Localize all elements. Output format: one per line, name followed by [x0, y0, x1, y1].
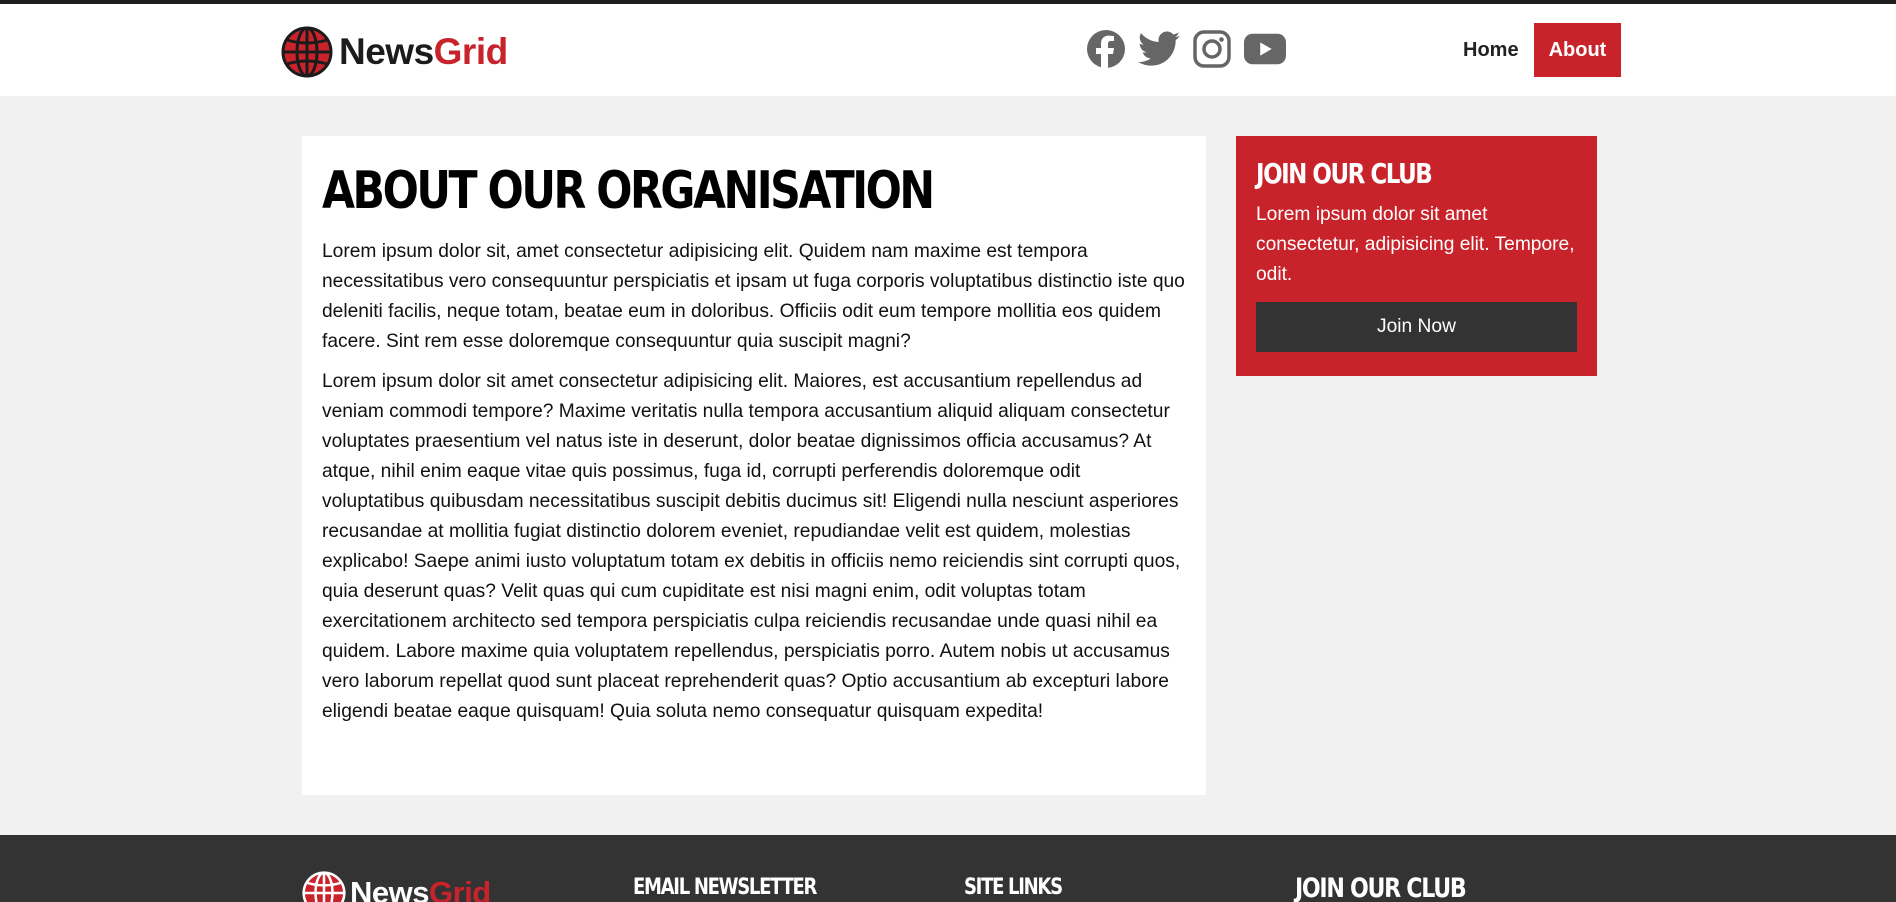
- instagram-icon[interactable]: [1191, 28, 1233, 70]
- join-club-text: Lorem ipsum dolor sit amet consectetur, …: [1256, 204, 1575, 285]
- facebook-icon[interactable]: [1085, 28, 1127, 70]
- twitter-icon[interactable]: [1138, 28, 1180, 70]
- footer-logo-text-news: News: [350, 875, 429, 902]
- footer-club-heading: Join Our Club: [1295, 873, 1467, 902]
- site-footer: NewsGrid Email Newsletter Site Links Joi…: [0, 835, 1896, 902]
- site-header: NewsGrid Home About: [0, 4, 1896, 96]
- social-links: [1085, 28, 1297, 70]
- logo-text-grid: Grid: [433, 31, 509, 72]
- about-paragraph-1: Lorem ipsum dolor sit, amet consectetur …: [322, 241, 1185, 352]
- logo-text-news: News: [339, 31, 434, 72]
- page-title: About Our Organisation: [322, 161, 935, 221]
- footer-newsletter-heading: Email Newsletter: [633, 875, 817, 900]
- logo-text: NewsGrid: [339, 31, 508, 73]
- nav-about-link[interactable]: About: [1533, 23, 1622, 77]
- logo[interactable]: NewsGrid: [281, 24, 508, 80]
- footer-logo-text: NewsGrid: [350, 875, 491, 902]
- join-now-button[interactable]: Join Now: [1256, 302, 1577, 352]
- youtube-icon[interactable]: [1244, 28, 1286, 70]
- join-club-title: Join Our Club: [1256, 157, 1433, 190]
- footer-logo-text-grid: Grid: [428, 875, 491, 902]
- about-section: About Our Organisation Lorem ipsum dolor…: [302, 136, 1206, 795]
- globe-icon: [302, 871, 346, 902]
- globe-icon: [281, 26, 333, 78]
- join-club-card: Join Our Club Lorem ipsum dolor sit amet…: [1236, 136, 1597, 376]
- nav-home-link[interactable]: Home: [1448, 23, 1534, 77]
- about-paragraph-2: Lorem ipsum dolor sit amet consectetur a…: [322, 371, 1181, 722]
- main-nav: Home About: [1448, 23, 1622, 77]
- footer-links-heading: Site Links: [964, 875, 1063, 900]
- footer-logo[interactable]: NewsGrid: [302, 871, 491, 902]
